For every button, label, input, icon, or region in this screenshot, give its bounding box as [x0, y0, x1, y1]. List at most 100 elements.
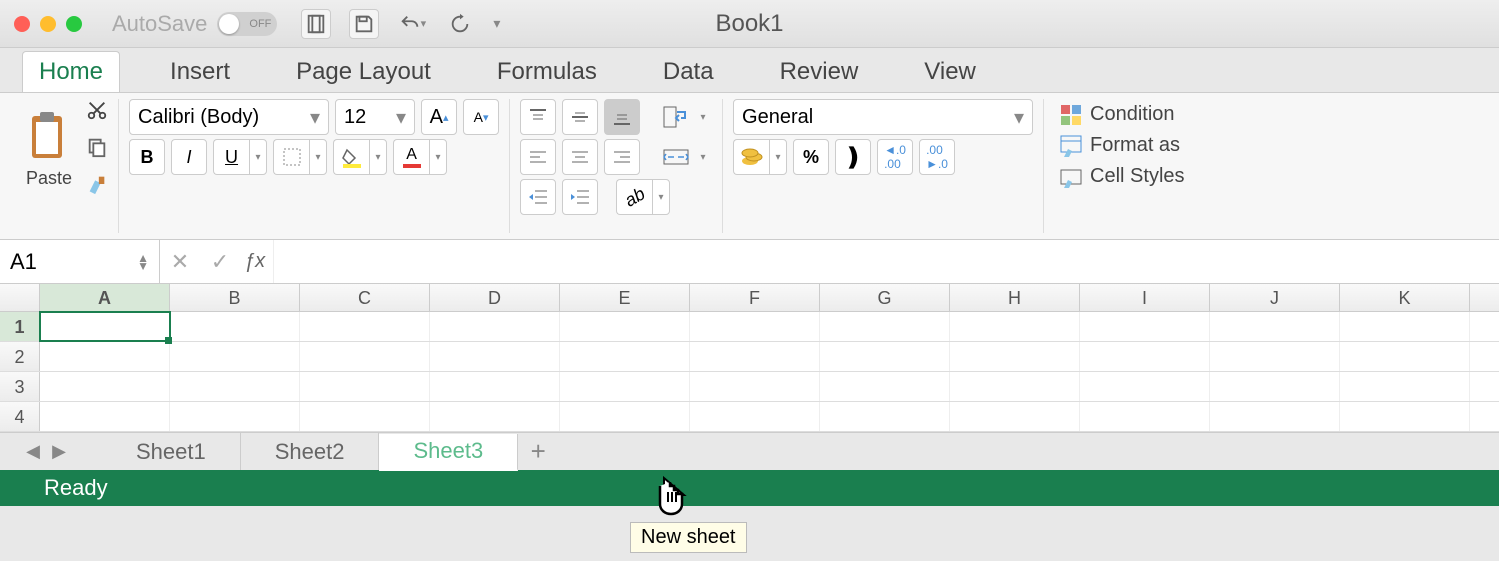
cell[interactable]: [560, 342, 690, 371]
tab-formulas[interactable]: Formulas: [481, 52, 613, 92]
maximize-window-button[interactable]: [66, 16, 82, 32]
undo-button[interactable]: ▾: [397, 9, 427, 39]
sheet-nav-next[interactable]: ▶: [46, 441, 72, 462]
format-as-table-button[interactable]: Format as: [1060, 134, 1184, 157]
cell[interactable]: [430, 312, 560, 341]
tab-view[interactable]: View: [908, 52, 992, 92]
cell[interactable]: [1340, 402, 1470, 431]
format-painter-button[interactable]: [86, 173, 108, 200]
cell[interactable]: [300, 372, 430, 401]
borders-menu[interactable]: ▾: [309, 139, 327, 175]
row-header-3[interactable]: 3: [0, 372, 40, 401]
decrease-decimal-button[interactable]: .00►.0: [919, 139, 955, 175]
cancel-formula-button[interactable]: ✕: [160, 249, 200, 275]
cell[interactable]: [170, 342, 300, 371]
font-name-select[interactable]: Calibri (Body)▾: [129, 99, 329, 135]
increase-decimal-button[interactable]: ◄.0.00: [877, 139, 913, 175]
redo-button[interactable]: [445, 9, 475, 39]
align-center-button[interactable]: [562, 139, 598, 175]
autosave-control[interactable]: AutoSave OFF: [112, 11, 277, 37]
cell[interactable]: [40, 342, 170, 371]
tab-insert[interactable]: Insert: [154, 52, 246, 92]
italic-button[interactable]: I: [171, 139, 207, 175]
cell[interactable]: [40, 372, 170, 401]
align-middle-button[interactable]: [562, 99, 598, 135]
col-header-j[interactable]: J: [1210, 284, 1340, 311]
new-sheet-button[interactable]: +: [518, 436, 558, 467]
wrap-text-menu[interactable]: ▾: [694, 99, 712, 135]
merge-cells-menu[interactable]: ▾: [694, 139, 712, 175]
sheet-tab-3[interactable]: Sheet3: [379, 434, 518, 471]
row-header-1[interactable]: 1: [0, 312, 40, 341]
tab-review[interactable]: Review: [764, 52, 875, 92]
orientation-button[interactable]: ab: [616, 179, 652, 215]
number-format-select[interactable]: General▾: [733, 99, 1033, 135]
cell[interactable]: [1080, 312, 1210, 341]
percent-button[interactable]: %: [793, 139, 829, 175]
merge-cells-button[interactable]: [658, 139, 694, 175]
increase-indent-button[interactable]: [562, 179, 598, 215]
cell[interactable]: [1210, 342, 1340, 371]
select-all-corner[interactable]: [0, 284, 40, 311]
qat-customize-icon[interactable]: ▾: [493, 15, 500, 32]
cell[interactable]: [690, 342, 820, 371]
fill-color-menu[interactable]: ▾: [369, 139, 387, 175]
cell[interactable]: [300, 342, 430, 371]
decrease-font-size-button[interactable]: A▾: [463, 99, 499, 135]
qat-button-1[interactable]: [301, 9, 331, 39]
orientation-menu[interactable]: ▾: [652, 179, 670, 215]
accounting-format-button[interactable]: [733, 139, 769, 175]
fill-color-button[interactable]: [333, 139, 369, 175]
cut-button[interactable]: [86, 99, 108, 126]
cell[interactable]: [1210, 312, 1340, 341]
col-header-b[interactable]: B: [170, 284, 300, 311]
cell[interactable]: [690, 312, 820, 341]
formula-input[interactable]: [273, 240, 1499, 283]
save-button[interactable]: [349, 9, 379, 39]
col-header-i[interactable]: I: [1080, 284, 1210, 311]
cell[interactable]: [1210, 372, 1340, 401]
wrap-text-button[interactable]: [658, 99, 694, 135]
tab-home[interactable]: Home: [22, 51, 120, 92]
cell[interactable]: [170, 312, 300, 341]
tab-page-layout[interactable]: Page Layout: [280, 52, 447, 92]
font-size-select[interactable]: 12▾: [335, 99, 415, 135]
col-header-a[interactable]: A: [40, 284, 170, 311]
cell[interactable]: [430, 342, 560, 371]
col-header-e[interactable]: E: [560, 284, 690, 311]
copy-button[interactable]: [86, 136, 108, 163]
autosave-toggle[interactable]: OFF: [217, 12, 277, 36]
cell-a1[interactable]: [40, 312, 170, 341]
cell[interactable]: [950, 402, 1080, 431]
row-header-2[interactable]: 2: [0, 342, 40, 371]
cell[interactable]: [1080, 342, 1210, 371]
font-color-menu[interactable]: ▾: [429, 139, 447, 175]
conditional-formatting-button[interactable]: Condition: [1060, 103, 1184, 126]
cell[interactable]: [1340, 342, 1470, 371]
sheet-tab-1[interactable]: Sheet1: [102, 433, 241, 470]
col-header-f[interactable]: F: [690, 284, 820, 311]
col-header-c[interactable]: C: [300, 284, 430, 311]
cell[interactable]: [1080, 402, 1210, 431]
font-color-button[interactable]: A: [393, 139, 429, 175]
close-window-button[interactable]: [14, 16, 30, 32]
cell[interactable]: [1340, 372, 1470, 401]
col-header-g[interactable]: G: [820, 284, 950, 311]
bold-button[interactable]: B: [129, 139, 165, 175]
cell[interactable]: [820, 342, 950, 371]
fx-label[interactable]: ƒx: [244, 250, 265, 273]
borders-button[interactable]: [273, 139, 309, 175]
cell[interactable]: [560, 372, 690, 401]
align-top-button[interactable]: [520, 99, 556, 135]
cell[interactable]: [170, 402, 300, 431]
minimize-window-button[interactable]: [40, 16, 56, 32]
cell[interactable]: [170, 372, 300, 401]
cell[interactable]: [560, 402, 690, 431]
increase-font-size-button[interactable]: A▴: [421, 99, 457, 135]
cell[interactable]: [950, 342, 1080, 371]
enter-formula-button[interactable]: ✓: [200, 249, 240, 275]
cell[interactable]: [950, 372, 1080, 401]
name-box-spinner[interactable]: ▲▼: [137, 254, 149, 270]
cell[interactable]: [1080, 372, 1210, 401]
cell[interactable]: [690, 372, 820, 401]
